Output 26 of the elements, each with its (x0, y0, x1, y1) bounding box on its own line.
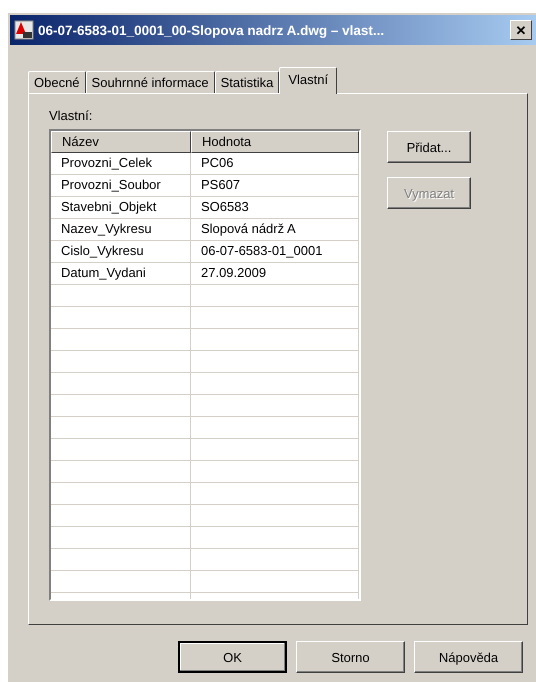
tab[interactable]: Souhrnné informace (86, 71, 215, 93)
dialog-button[interactable]: Storno (296, 641, 405, 673)
table-cell: PC06 (191, 153, 359, 175)
action-button[interactable]: Přidat... (387, 131, 471, 163)
table-cell: Stavebni_Objekt (51, 197, 191, 219)
app-logo-icon (14, 20, 34, 40)
table-cell: SO6583 (191, 197, 359, 219)
tab[interactable]: Obecné (28, 71, 86, 93)
table-cell: PS607 (191, 175, 359, 197)
section-label: Vlastní: (49, 108, 94, 123)
dialog-button[interactable]: OK (178, 641, 287, 673)
tab[interactable]: Vlastní (279, 67, 338, 94)
table-cell: Slopová nádrž A (191, 219, 359, 241)
table-cell: 06-07-6583-01_0001 (191, 241, 359, 263)
table-cell: 27.09.2009 (191, 263, 359, 285)
table-cell: Provozni_Soubor (51, 175, 191, 197)
table-cell: Provozni_Celek (51, 153, 191, 175)
dialog-button[interactable]: Nápověda (414, 641, 523, 673)
table-cell: Cislo_Vykresu (51, 241, 191, 263)
window-title: 06-07-6583-01_0001_00-Slopova nadrz A.dwg – vlast... (38, 22, 386, 38)
column-header[interactable]: Název (51, 131, 191, 153)
tab[interactable]: Statistika (214, 71, 280, 93)
table-cell: Nazev_Vykresu (51, 219, 191, 241)
table-cell: Datum_Vydani (51, 263, 191, 285)
close-button[interactable]: ✕ (510, 20, 532, 40)
column-header[interactable]: Hodnota (191, 131, 359, 153)
